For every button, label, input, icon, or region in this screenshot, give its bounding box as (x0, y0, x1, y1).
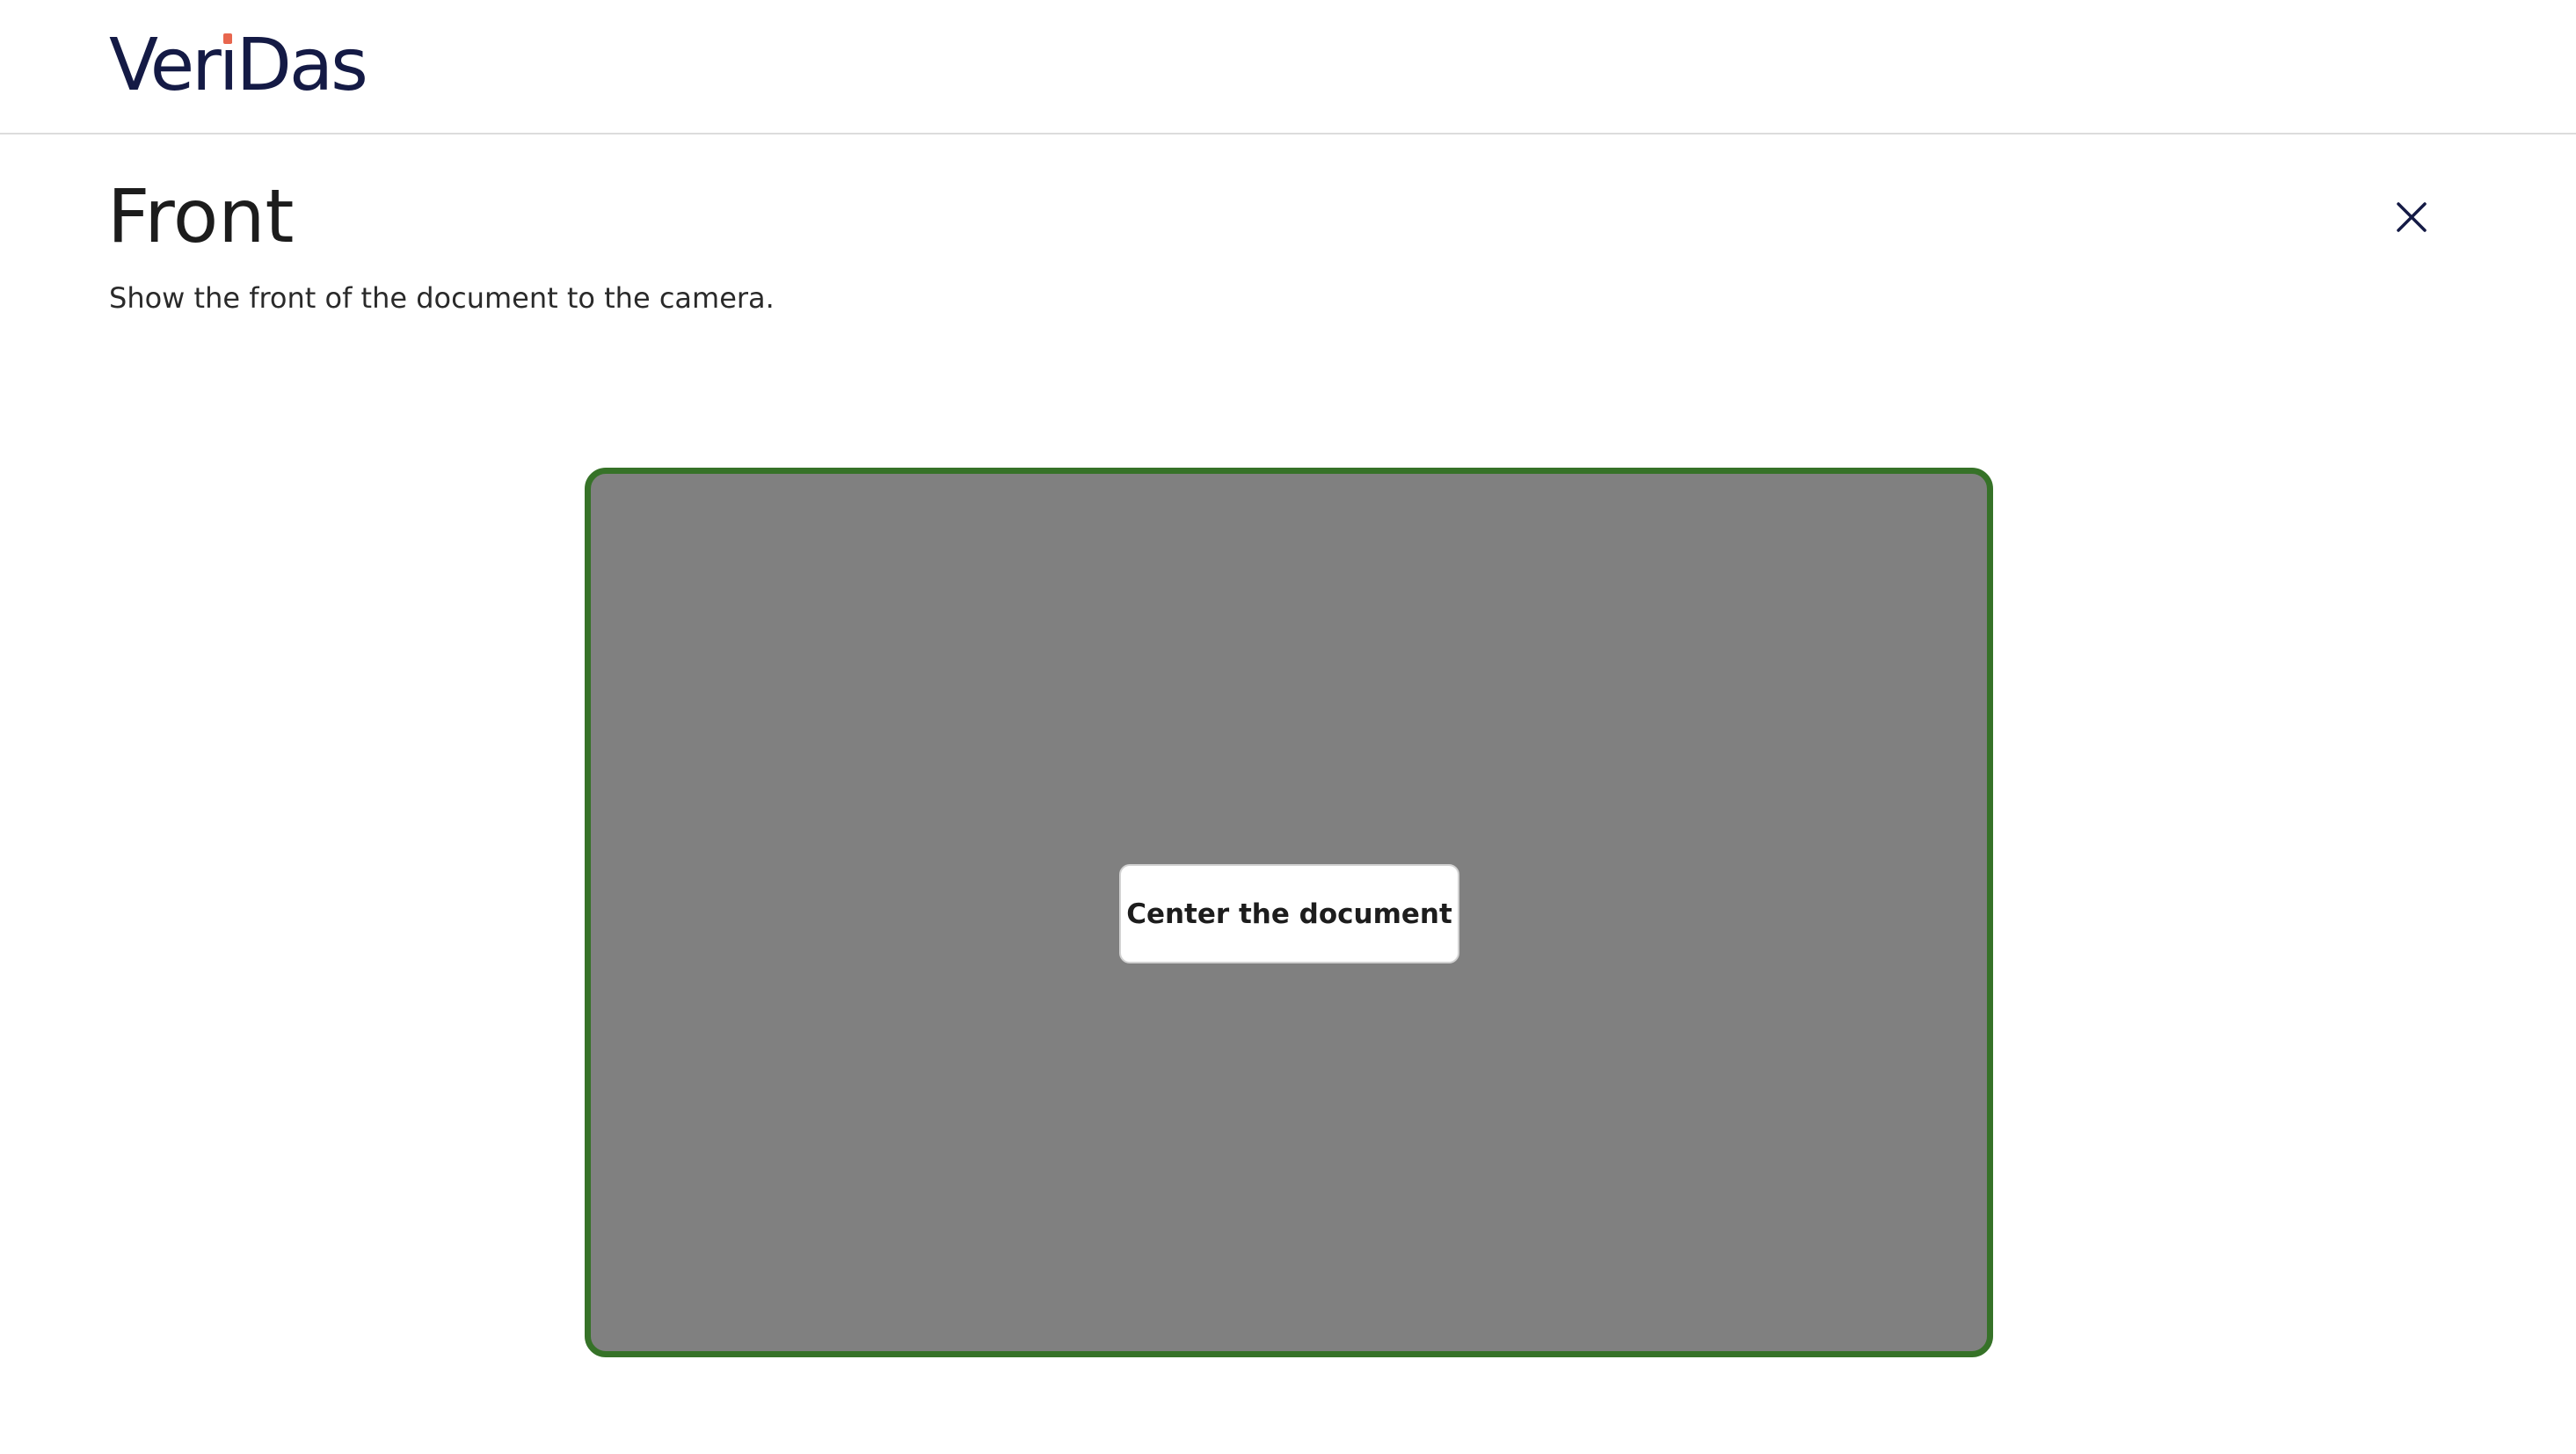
page-title: Front (107, 173, 295, 259)
logo-text-start: Ver (109, 24, 222, 107)
page-instruction: Show the front of the document to the ca… (109, 281, 775, 315)
veridas-logo: Ver i Das (109, 24, 368, 107)
close-icon (2397, 202, 2427, 232)
logo-accent-dot (222, 33, 232, 44)
close-button[interactable] (2390, 195, 2434, 239)
logo-text-end: Das (236, 24, 368, 107)
logo-letter-i: i (219, 30, 239, 102)
top-header: Ver i Das (0, 0, 2576, 134)
center-document-hint: Center the document (1119, 864, 1459, 963)
